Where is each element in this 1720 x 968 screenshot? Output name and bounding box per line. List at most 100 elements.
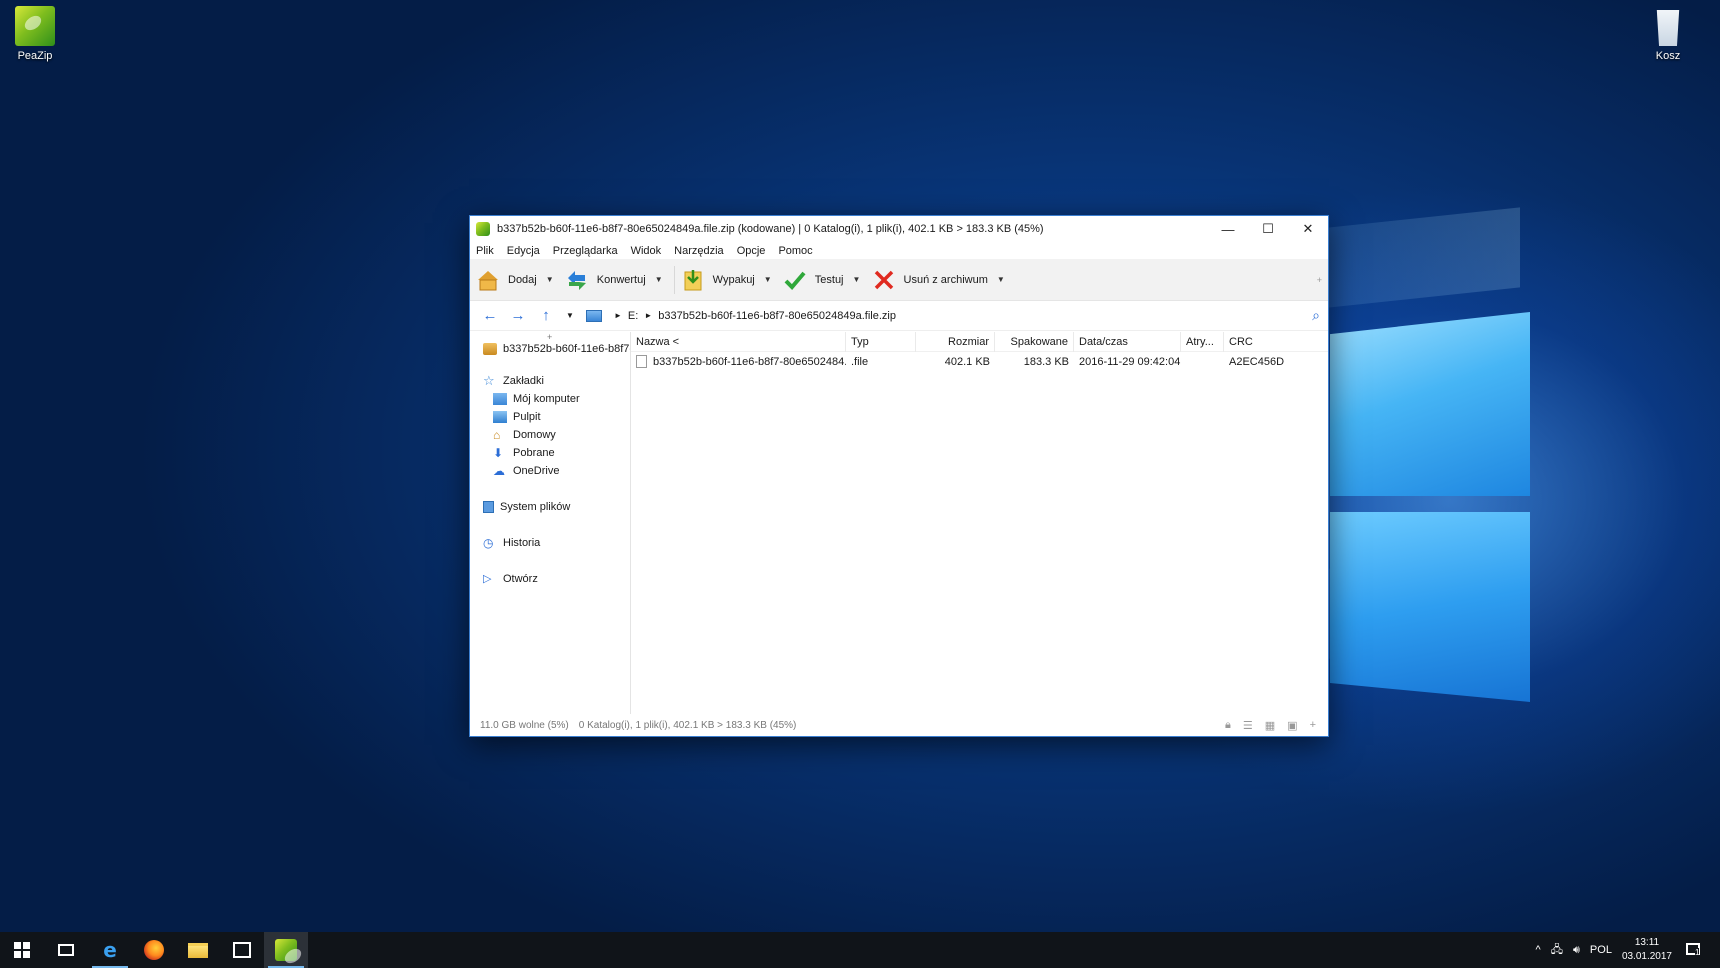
desktop-icon-label: PeaZip bbox=[17, 50, 53, 62]
taskbar-edge[interactable]: e bbox=[88, 932, 132, 968]
delete-from-archive-button[interactable]: Usuń z archiwum bbox=[872, 263, 992, 297]
file-name: b337b52b-b60f-11e6-b8f7-80e6502484... bbox=[653, 355, 846, 368]
peazip-icon bbox=[15, 6, 55, 46]
test-dropdown-button[interactable]: ▼ bbox=[848, 275, 866, 284]
delete-dropdown-button[interactable]: ▼ bbox=[992, 275, 1010, 284]
volume-icon[interactable]: 🔊︎ bbox=[1573, 944, 1580, 957]
column-header-crc[interactable]: CRC bbox=[1224, 332, 1304, 352]
lock-icon[interactable]: 🔒︎ bbox=[1225, 719, 1231, 732]
sidebar-item-onedrive[interactable]: ☁ OneDrive bbox=[470, 462, 630, 480]
menu-narzedzia[interactable]: Narzędzia bbox=[674, 245, 724, 257]
add-dropdown-button[interactable]: ▼ bbox=[541, 275, 559, 284]
breadcrumb-separator[interactable]: ► bbox=[644, 311, 652, 320]
column-header-name[interactable]: Nazwa < bbox=[631, 331, 846, 352]
list-view-icon[interactable]: ▦ bbox=[1265, 719, 1275, 732]
menu-edycja[interactable]: Edycja bbox=[507, 245, 540, 257]
network-icon[interactable]: 🖧︎ bbox=[1551, 941, 1563, 960]
download-icon: ⬇ bbox=[493, 446, 504, 460]
delete-label: Usuń z archiwum bbox=[903, 273, 988, 286]
sidebar-item-label: Pobrane bbox=[513, 447, 555, 459]
sidebar-item-downloads[interactable]: ⬇ Pobrane bbox=[470, 444, 630, 462]
cell-attributes bbox=[1181, 352, 1224, 372]
taskbar-firefox[interactable] bbox=[132, 932, 176, 968]
checkmark-icon bbox=[784, 271, 806, 290]
windows-logo-pane bbox=[1330, 512, 1530, 702]
sidebar-item-label: Historia bbox=[503, 537, 541, 549]
cloud-icon: ☁ bbox=[493, 464, 505, 478]
desktop-icon-recycle-bin[interactable]: Kosz bbox=[1633, 6, 1703, 62]
sidebar-item-home[interactable]: ⌂ Domowy bbox=[470, 426, 630, 444]
sidebar-item-label: Pulpit bbox=[513, 411, 541, 423]
convert-button[interactable]: Konwertuj bbox=[565, 263, 650, 297]
cell-date: 2016-11-29 09:42:04 bbox=[1079, 355, 1181, 368]
sidebar-item-history[interactable]: ◷ Historia bbox=[470, 534, 630, 552]
star-icon: ☆ bbox=[483, 373, 495, 388]
add-button[interactable]: Dodaj bbox=[476, 263, 541, 297]
sidebar-item-filesystem[interactable]: System plików bbox=[470, 498, 630, 516]
test-button[interactable]: Testuj bbox=[783, 263, 848, 297]
desktop-icon-peazip[interactable]: PeaZip bbox=[0, 6, 70, 62]
language-indicator[interactable]: POL bbox=[1590, 944, 1612, 956]
forward-button[interactable]: → bbox=[504, 307, 532, 324]
sidebar-item-archive[interactable]: b337b52b-b60f-11e6-b8f7-80e65024849a.fil… bbox=[470, 340, 630, 358]
sidebar-expand-button[interactable]: + bbox=[547, 332, 552, 342]
cell-size: 402.1 KB bbox=[944, 355, 990, 368]
breadcrumb-archive[interactable]: b337b52b-b60f-11e6-b8f7-80e65024849a.fil… bbox=[658, 310, 896, 322]
tray-chevron-icon[interactable]: ^ bbox=[1536, 944, 1541, 956]
title-bar[interactable]: b337b52b-b60f-11e6-b8f7-80e65024849a.fil… bbox=[470, 216, 1328, 242]
menu-opcje[interactable]: Opcje bbox=[737, 245, 766, 257]
file-list-header: Nazwa < Typ Rozmiar Spakowane Data/czas … bbox=[631, 331, 1328, 352]
extract-label: Wypakuj bbox=[712, 273, 755, 286]
sidebar-item-label: Domowy bbox=[513, 429, 556, 441]
breadcrumb-drive[interactable]: E: bbox=[628, 310, 638, 322]
up-button[interactable]: ↑ bbox=[532, 307, 560, 324]
convert-dropdown-button[interactable]: ▼ bbox=[650, 275, 668, 284]
breadcrumb-separator[interactable]: ► bbox=[614, 311, 622, 320]
cell-crc: A2EC456D bbox=[1229, 355, 1285, 368]
extract-icon bbox=[684, 269, 702, 290]
start-icon bbox=[14, 942, 30, 958]
column-header-date[interactable]: Data/czas bbox=[1074, 331, 1181, 352]
taskbar-file-explorer[interactable] bbox=[176, 932, 220, 968]
close-button[interactable]: ✕ bbox=[1288, 216, 1328, 242]
column-header-attributes[interactable]: Atry... bbox=[1181, 331, 1224, 352]
main-content: + b337b52b-b60f-11e6-b8f7-80e65024849a.f… bbox=[470, 331, 1328, 714]
column-header-packed[interactable]: Spakowane bbox=[995, 331, 1074, 352]
sidebar-item-bookmarks[interactable]: ☆ Zakładki bbox=[470, 372, 630, 390]
computer-icon[interactable] bbox=[586, 309, 602, 322]
extract-button[interactable]: Wypakuj bbox=[681, 263, 759, 297]
clock-icon: ◷ bbox=[483, 536, 494, 550]
column-header-size[interactable]: Rozmiar bbox=[916, 331, 995, 352]
menu-przegladarka[interactable]: Przeglądarka bbox=[553, 245, 618, 257]
sidebar: + b337b52b-b60f-11e6-b8f7-80e65024849a.f… bbox=[470, 332, 631, 714]
history-dropdown-button[interactable]: ▼ bbox=[560, 311, 580, 320]
taskbar-peazip[interactable] bbox=[264, 932, 308, 968]
convert-label: Konwertuj bbox=[596, 273, 646, 286]
column-header-type[interactable]: Typ bbox=[846, 331, 916, 352]
taskbar-store[interactable] bbox=[220, 932, 264, 968]
thumbnail-view-icon[interactable]: ▣ bbox=[1287, 719, 1297, 732]
clock[interactable]: 13:11 03.01.2017 bbox=[1622, 936, 1672, 964]
menu-pomoc[interactable]: Pomoc bbox=[778, 245, 812, 257]
archive-icon bbox=[483, 343, 497, 355]
sidebar-item-label: Mój komputer bbox=[513, 393, 580, 405]
toolbar-more-button[interactable]: + bbox=[1317, 275, 1322, 285]
maximize-button[interactable]: ☐ bbox=[1248, 216, 1288, 242]
status-more-button[interactable]: + bbox=[1310, 719, 1316, 731]
extract-dropdown-button[interactable]: ▼ bbox=[759, 275, 777, 284]
task-view-button[interactable] bbox=[44, 932, 88, 968]
sidebar-item-desktop[interactable]: Pulpit bbox=[470, 408, 630, 426]
sidebar-item-open[interactable]: ▷ Otwórz bbox=[470, 570, 630, 588]
menu-widok[interactable]: Widok bbox=[631, 245, 662, 257]
sidebar-item-my-computer[interactable]: Mój komputer bbox=[470, 390, 630, 408]
back-button[interactable]: ← bbox=[476, 307, 504, 324]
toolbar: Dodaj ▼ Konwertuj ▼ Wypakuj ▼ Testuj ▼ U… bbox=[470, 259, 1328, 301]
table-row[interactable]: b337b52b-b60f-11e6-b8f7-80e6502484... .f… bbox=[631, 352, 1328, 371]
start-button[interactable] bbox=[0, 932, 44, 968]
search-icon[interactable]: ⌕ bbox=[1312, 307, 1320, 324]
add-label: Dodaj bbox=[508, 273, 537, 286]
minimize-button[interactable]: — bbox=[1208, 216, 1248, 242]
notification-center-icon[interactable]: 1 bbox=[1686, 942, 1710, 958]
cell-type: .file bbox=[851, 355, 869, 368]
details-view-icon[interactable]: ☰ bbox=[1243, 719, 1253, 732]
